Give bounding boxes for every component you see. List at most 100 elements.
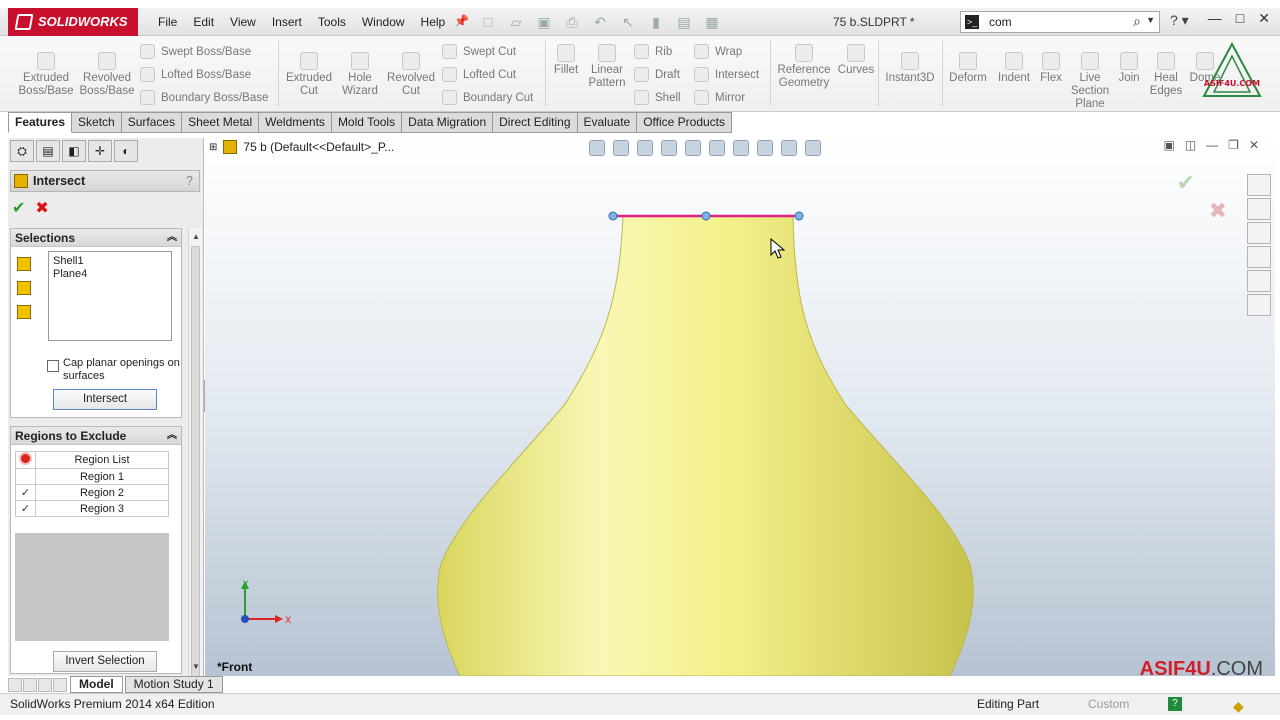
hole-wizard-button[interactable]: Hole Wizard [336,52,384,98]
tab-motion-study[interactable]: Motion Study 1 [124,676,223,693]
draft-button[interactable]: Draft [634,67,680,82]
region-label[interactable]: Region 2 [35,484,169,501]
selections-header[interactable]: Selections ︽ [11,229,181,247]
intersect-button[interactable]: Intersect [694,67,759,82]
save-icon[interactable]: ▣ [534,12,554,32]
feature-manager-tab-icon[interactable]: ⛭ [10,140,34,162]
tab-direct-editing[interactable]: Direct Editing [493,112,578,133]
search-box[interactable]: >_ com ⌕ ▼ [960,11,1160,33]
instant3d-button[interactable]: Instant3D [882,52,938,85]
regions-header[interactable]: Regions to Exclude ︽ [11,427,181,445]
tab-surfaces[interactable]: Surfaces [121,112,183,133]
extruded-boss-button[interactable]: Extruded Boss/Base [14,52,78,98]
file-explorer-icon[interactable] [1247,222,1271,244]
boundary-cut-button[interactable]: Boundary Cut [442,90,533,105]
vase-model[interactable] [205,134,1275,676]
last-tab-icon[interactable] [53,677,67,692]
print-icon[interactable]: ⎙ [562,12,582,32]
list-item[interactable]: Plane4 [53,268,167,281]
tab-weldments[interactable]: Weldments [259,112,332,133]
swept-cut-button[interactable]: Swept Cut [442,44,516,59]
region-checkbox[interactable]: ✓ [15,484,36,501]
region-label[interactable]: Region 1 [35,468,169,485]
menu-edit[interactable]: Edit [185,8,222,36]
lofted-boss-button[interactable]: Lofted Boss/Base [140,67,251,82]
custom-properties-icon[interactable] [1247,294,1271,316]
open-icon[interactable]: ▱ [506,12,526,32]
tab-sketch[interactable]: Sketch [72,112,122,133]
list-item[interactable]: Shell1 [53,255,167,268]
indent-button[interactable]: Indent [992,52,1036,85]
table-row[interactable]: ✓ Region 3 [15,500,169,517]
heal-edges-button[interactable]: Heal Edges [1146,52,1186,98]
fillet-button[interactable]: Fillet [548,44,584,77]
options-icon[interactable]: ▦ [702,12,722,32]
region-checkbox[interactable]: ✓ [15,500,36,517]
graphics-area[interactable]: ⊞ 75 b (Default<<Default>_P... ▣ ◫ — ❐ ✕… [205,134,1275,676]
prev-tab-icon[interactable] [23,677,37,692]
boundary-boss-button[interactable]: Boundary Boss/Base [140,90,268,105]
tab-data-migration[interactable]: Data Migration [402,112,494,133]
linear-pattern-button[interactable]: Linear Pattern [584,44,630,90]
appearances-icon[interactable] [1247,270,1271,292]
scroll-up-icon[interactable]: ▲ [189,230,203,244]
first-tab-icon[interactable] [8,677,22,692]
menu-file[interactable]: File [150,8,185,36]
configuration-manager-tab-icon[interactable]: ◧ [62,140,86,162]
menu-insert[interactable]: Insert [264,8,310,36]
collapse-icon[interactable]: ︽ [167,427,177,445]
tab-evaluate[interactable]: Evaluate [577,112,638,133]
scroll-thumb[interactable] [191,246,200,684]
flex-button[interactable]: Flex [1036,52,1066,85]
tab-model[interactable]: Model [70,676,123,693]
dimxpert-tab-icon[interactable]: ✛ [88,140,112,162]
solidworks-logo[interactable]: SOLIDWORKS [8,8,138,36]
home-icon[interactable] [1247,174,1271,196]
cap-planar-option[interactable]: Cap planar openings on surfaces [47,357,181,383]
wrap-button[interactable]: Wrap [694,44,742,59]
new-icon[interactable]: □ [478,12,498,32]
region-checkbox[interactable] [15,468,36,485]
live-section-plane-button[interactable]: Live Section Plane [1066,52,1114,111]
selection-list[interactable]: Shell1 Plane4 [48,251,172,341]
help-icon[interactable]: ? ▾ [1170,12,1189,29]
design-library-icon[interactable] [1247,198,1271,220]
pin-icon[interactable]: 📌 [454,14,469,28]
tab-features[interactable]: Features [8,112,73,133]
search-input[interactable]: com [989,12,1012,32]
collapse-icon[interactable]: ︽ [167,229,177,247]
close-icon[interactable]: ✕ [1258,10,1270,27]
minimize-icon[interactable]: — [1208,10,1222,27]
extruded-cut-button[interactable]: Extruded Cut [282,52,336,98]
view-palette-icon[interactable] [1247,246,1271,268]
shell-button[interactable]: Shell [634,90,681,105]
rib-button[interactable]: Rib [634,44,672,59]
tag-icon[interactable]: ◆ [1233,696,1244,717]
cap-planar-checkbox[interactable] [47,360,59,372]
tab-sheet-metal[interactable]: Sheet Metal [182,112,260,133]
table-row[interactable]: Region 1 [15,468,169,485]
next-tab-icon[interactable] [38,677,52,692]
chevron-down-icon[interactable]: ▼ [1146,15,1155,25]
reference-geometry-button[interactable]: Reference Geometry [774,44,834,90]
help-icon[interactable]: ? [186,171,193,191]
table-row[interactable]: ✓ Region 2 [15,484,169,501]
lofted-cut-button[interactable]: Lofted Cut [442,67,516,82]
search-icon[interactable]: ⌕ [1133,13,1141,30]
join-button[interactable]: Join [1114,52,1144,85]
rebuild-icon[interactable]: ▮ [646,12,666,32]
mirror-button[interactable]: Mirror [694,90,745,105]
menu-tools[interactable]: Tools [310,8,354,36]
display-manager-tab-icon[interactable]: ◐ [114,140,138,162]
property-manager-tab-icon[interactable]: ▤ [36,140,60,162]
tab-office-products[interactable]: Office Products [637,112,733,133]
maximize-icon[interactable]: □ [1236,10,1244,27]
menu-window[interactable]: Window [354,8,413,36]
scroll-down-icon[interactable]: ▼ [189,660,203,674]
deform-button[interactable]: Deform [946,52,990,85]
intersect-action-button[interactable]: Intersect [53,389,157,410]
ok-check-icon[interactable]: ✔ [12,198,25,218]
tab-mold-tools[interactable]: Mold Tools [331,112,403,133]
undo-icon[interactable]: ↶ [590,12,610,32]
panel-scrollbar[interactable]: ▲ ▼ [188,228,203,684]
